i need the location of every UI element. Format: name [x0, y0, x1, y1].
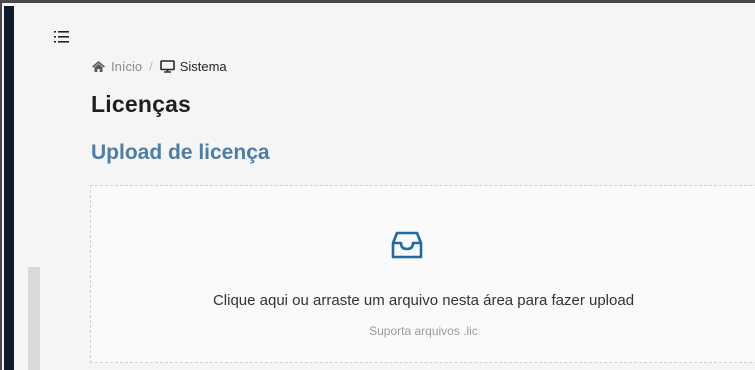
section-title: Upload de licença — [91, 141, 270, 164]
upload-instruction: Clique aqui ou arraste um arquivo nesta … — [212, 292, 635, 309]
upload-dropzone[interactable]: Clique aqui ou arraste um arquivo nesta … — [90, 185, 755, 363]
breadcrumb-home-label: Início — [111, 58, 143, 74]
page-title: Licenças — [91, 91, 192, 117]
breadcrumb-current-label: Sistema — [179, 58, 227, 74]
breadcrumb-home[interactable]: Início — [91, 59, 142, 74]
desktop-icon — [159, 59, 175, 73]
upload-hint: Suporta arquivos .lic — [369, 324, 478, 338]
home-icon — [91, 60, 106, 73]
breadcrumb: Início / Sistema — [91, 56, 227, 76]
menu-toggle-icon[interactable] — [54, 30, 72, 46]
inbox-icon — [391, 230, 423, 265]
breadcrumb-separator: / — [149, 58, 153, 74]
breadcrumb-current: Sistema — [159, 58, 227, 74]
app-window: Início / Sistema Licenças Upload de lice… — [0, 0, 755, 370]
sidebar — [4, 6, 14, 370]
scrollbar-thumb[interactable] — [28, 267, 40, 370]
